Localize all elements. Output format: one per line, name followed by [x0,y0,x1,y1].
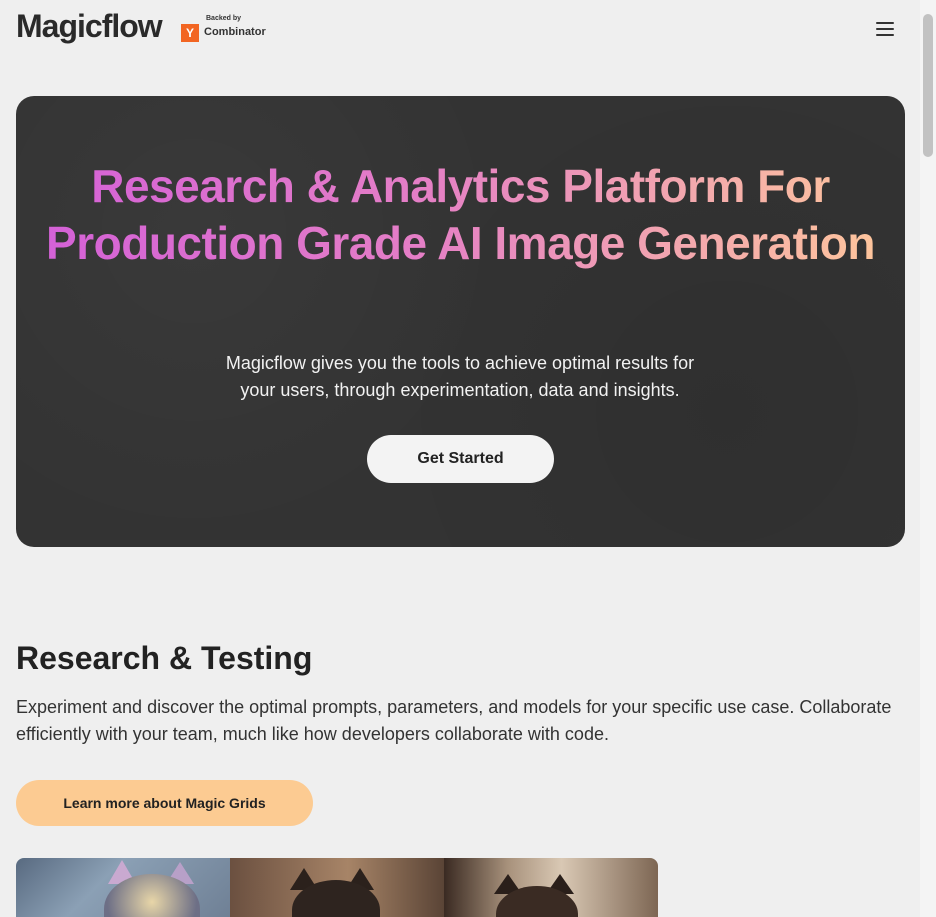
magicflow-logo[interactable]: Magicflow [16,8,163,45]
yc-backed-by-text: Backed by [206,15,242,22]
learn-more-magic-grids-button[interactable]: Learn more about Magic Grids [16,780,313,826]
get-started-button[interactable]: Get Started [367,435,554,483]
hero-subtitle: Magicflow gives you the tools to achieve… [225,353,695,400]
yc-name-text: Combinator [204,26,266,38]
hamburger-menu-icon[interactable] [872,18,898,40]
tabby-kitten-image [16,858,230,917]
research-testing-description: Experiment and discover the optimal prom… [16,697,892,744]
dark-kitten-image [230,858,444,917]
hero-title: Research & Analytics Platform For Produc… [16,158,905,272]
yc-logo-icon: Y [181,24,199,42]
scrollbar-thumb[interactable] [923,14,933,157]
page: Magicflow Backed by Y Combinator Researc… [0,0,936,917]
page-scrollbar[interactable] [920,0,936,917]
site-header: Magicflow Backed by Y Combinator [0,0,920,58]
magic-grid-image-strip [16,858,658,917]
research-testing-heading: Research & Testing [16,640,313,676]
brown-kitten-image [444,858,658,917]
hero-section: Research & Analytics Platform For Produc… [16,96,905,547]
